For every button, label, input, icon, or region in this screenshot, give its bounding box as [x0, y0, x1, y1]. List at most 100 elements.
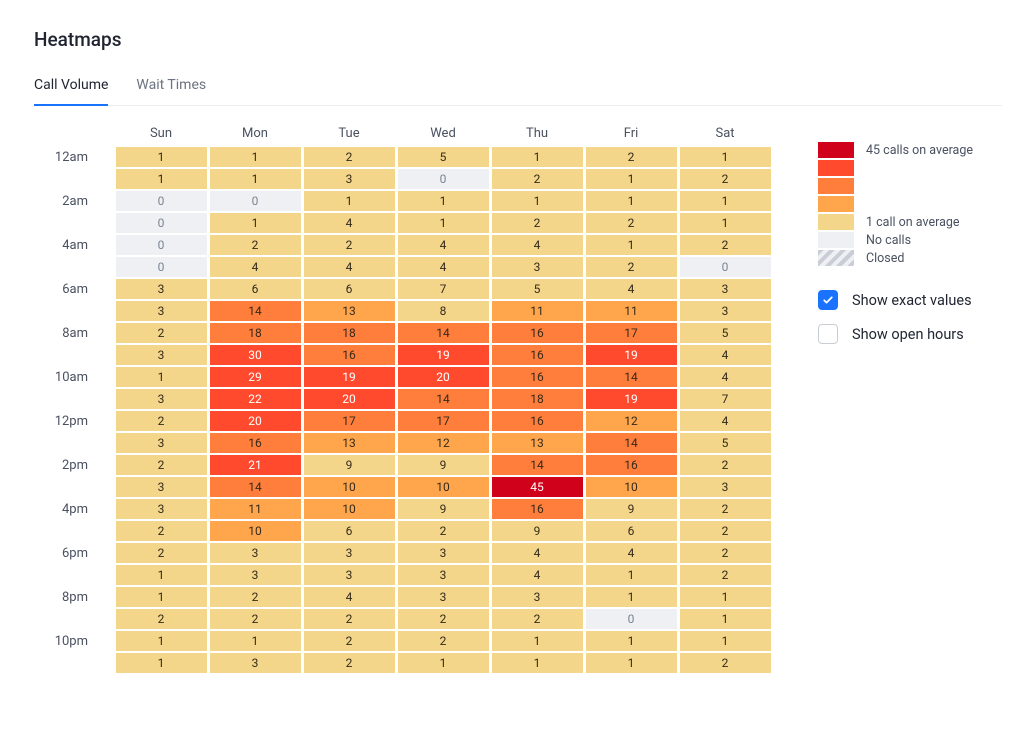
heatmap-cell: 1 — [680, 587, 771, 607]
swatch-high — [818, 160, 854, 176]
heatmap-cell: 9 — [398, 455, 489, 475]
heatmap-cell: 11 — [586, 301, 677, 321]
heatmap-cell: 1 — [398, 191, 489, 211]
checkbox-open-hours[interactable]: Show open hours — [818, 324, 973, 344]
heatmap-cell: 5 — [492, 279, 583, 299]
heatmap-cell: 1 — [680, 609, 771, 629]
heatmap-cell: 2 — [116, 411, 207, 431]
heatmap-row: 1130212 — [34, 169, 772, 189]
heatmap-row: 330161916194 — [34, 345, 772, 365]
heatmap-cell: 2 — [116, 521, 207, 541]
row-label: 6pm — [34, 546, 114, 561]
legend-closed-label: Closed — [866, 251, 904, 266]
heatmap-cell: 14 — [210, 477, 301, 497]
row-label: 8pm — [34, 590, 114, 605]
heatmap-cell: 4 — [586, 279, 677, 299]
heatmap-cell: 4 — [586, 543, 677, 563]
heatmap-cell: 2 — [680, 455, 771, 475]
column-header: Sat — [678, 126, 772, 141]
heatmap-row: 8am218181416175 — [34, 323, 772, 343]
heatmap-cell: 1 — [116, 631, 207, 651]
heatmap-cell: 7 — [398, 279, 489, 299]
heatmap-cell: 2 — [492, 213, 583, 233]
heatmap-cell: 1 — [586, 565, 677, 585]
heatmap-cell: 16 — [492, 323, 583, 343]
row-label: 2am — [34, 194, 114, 209]
heatmap-cell: 1 — [304, 191, 395, 211]
checkbox-exact-values[interactable]: Show exact values — [818, 290, 973, 310]
heatmap-cell: 3 — [304, 565, 395, 585]
heatmap-row: 21062962 — [34, 521, 772, 541]
heatmap-cell: 3 — [398, 565, 489, 585]
heatmap-row: 322201418197 — [34, 389, 772, 409]
column-header: Thu — [490, 126, 584, 141]
heatmap-cell: 2 — [210, 587, 301, 607]
heatmap-cell: 16 — [586, 455, 677, 475]
heatmap-cell: 12 — [398, 433, 489, 453]
heatmap-cell: 2 — [398, 609, 489, 629]
heatmap-cell: 2 — [210, 609, 301, 629]
legend-none-label: No calls — [866, 233, 911, 248]
heatmap-cell: 1 — [210, 147, 301, 167]
heatmap-row: 8pm1243311 — [34, 587, 772, 607]
heatmap-cell: 45 — [492, 477, 583, 497]
column-header: Mon — [208, 126, 302, 141]
tab-call-volume[interactable]: Call Volume — [34, 69, 108, 105]
heatmap-cell: 14 — [492, 455, 583, 475]
legend-max: 45 calls on average — [818, 142, 973, 158]
heatmap-cell: 16 — [492, 499, 583, 519]
heatmap-cell: 2 — [680, 543, 771, 563]
heatmap-cell: 2 — [492, 609, 583, 629]
row-label: 4pm — [34, 502, 114, 517]
heatmap-cell: 19 — [398, 345, 489, 365]
row-label: 12am — [34, 150, 114, 165]
heatmap-cell: 4 — [492, 235, 583, 255]
heatmap-cell: 4 — [304, 257, 395, 277]
row-label: 12pm — [34, 414, 114, 429]
heatmap-cell: 3 — [304, 543, 395, 563]
heatmap-cell: 30 — [210, 345, 301, 365]
heatmap-cell: 17 — [304, 411, 395, 431]
heatmap-row: 2222201 — [34, 609, 772, 629]
heatmap-cell: 2 — [680, 499, 771, 519]
heatmap-cell: 0 — [680, 257, 771, 277]
heatmap-row: 314101045103 — [34, 477, 772, 497]
legend-closed: Closed — [818, 250, 973, 266]
heatmap-cell: 2 — [492, 169, 583, 189]
heatmap-cell: 1 — [398, 213, 489, 233]
heatmap-cell: 2 — [680, 235, 771, 255]
heatmap: SunMonTueWedThuFriSat 12am11251211130212… — [34, 126, 772, 675]
heatmap-cell: 3 — [304, 169, 395, 189]
heatmap-cell: 3 — [492, 587, 583, 607]
legend-mid — [818, 178, 973, 194]
page-title: Heatmaps — [34, 28, 1002, 51]
heatmap-cell: 14 — [586, 367, 677, 387]
swatch-closed — [818, 250, 854, 266]
tab-wait-times[interactable]: Wait Times — [136, 69, 206, 105]
heatmap-cell: 17 — [586, 323, 677, 343]
heatmap-cell: 7 — [680, 389, 771, 409]
heatmap-cell: 1 — [680, 213, 771, 233]
heatmap-cell: 18 — [492, 389, 583, 409]
heatmap-cell: 3 — [210, 543, 301, 563]
heatmap-cell: 4 — [210, 257, 301, 277]
heatmap-cell: 4 — [680, 367, 771, 387]
heatmap-row: 10pm1122111 — [34, 631, 772, 651]
column-header: Wed — [396, 126, 490, 141]
legend-one: 1 call on average — [818, 214, 973, 230]
heatmap-cell: 2 — [398, 631, 489, 651]
heatmap-cell: 13 — [304, 433, 395, 453]
heatmap-cell: 3 — [116, 389, 207, 409]
heatmap-cell: 14 — [398, 323, 489, 343]
heatmap-cell: 19 — [586, 389, 677, 409]
heatmap-cell: 10 — [304, 499, 395, 519]
heatmap-cell: 1 — [492, 191, 583, 211]
heatmap-cell: 16 — [492, 367, 583, 387]
heatmap-cell: 16 — [210, 433, 301, 453]
heatmap-cell: 16 — [492, 345, 583, 365]
swatch-one — [818, 214, 854, 230]
heatmap-cell: 4 — [680, 345, 771, 365]
heatmap-row: 2pm2219914162 — [34, 455, 772, 475]
heatmap-row: 2am0011111 — [34, 191, 772, 211]
heatmap-cell: 0 — [398, 169, 489, 189]
